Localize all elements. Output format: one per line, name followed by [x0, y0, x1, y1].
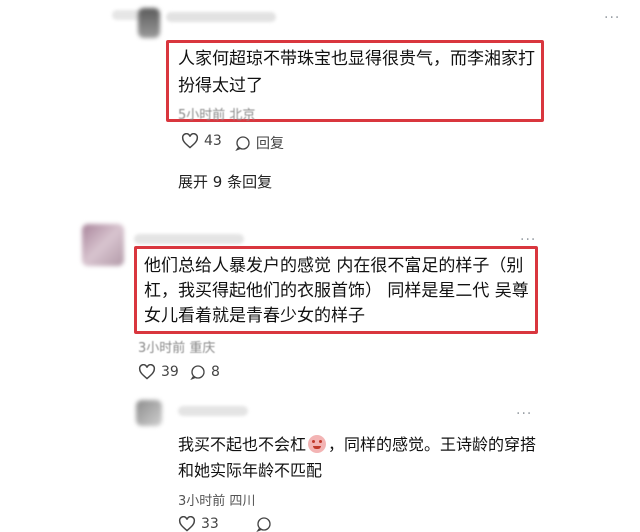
- comment-meta: 5小时前 北京: [178, 108, 256, 123]
- comment-meta: 3小时前 四川: [178, 494, 256, 509]
- like-button[interactable]: 43: [181, 133, 222, 149]
- like-count: 39: [161, 364, 179, 380]
- like-count: 43: [204, 133, 222, 149]
- avatar[interactable]: [136, 400, 162, 426]
- heart-icon: [178, 516, 196, 532]
- username-blurred: [178, 406, 248, 416]
- more-icon[interactable]: ···: [604, 10, 620, 26]
- like-button[interactable]: 33: [178, 516, 219, 532]
- reply-button[interactable]: [256, 516, 272, 532]
- username-blurred: [134, 234, 244, 244]
- like-count: 33: [201, 516, 219, 532]
- comment-bubble-icon: [190, 365, 205, 380]
- comment-meta: 3小时前 重庆: [138, 341, 216, 356]
- comment-text-part: 我买不起也不会杠: [178, 435, 307, 454]
- comment-text: 他们总给人暴发户的感觉 内在很不富足的样子（别杠，我买得起他们的衣服首饰） 同样…: [144, 256, 529, 326]
- username-blurred: [166, 12, 276, 22]
- reply-count: 8: [211, 364, 220, 380]
- comment-text: 我买不起也不会杠 ，同样的感觉。王诗龄的穿搭和她实际年龄不匹配: [178, 432, 538, 484]
- heart-icon: [181, 133, 199, 149]
- comment-text: 人家何超琼不带珠宝也显得很贵气，而李湘家打扮得太过了: [178, 49, 535, 96]
- emoji-icon: [308, 435, 327, 453]
- reply-label: 回复: [256, 136, 284, 152]
- comment-bubble-icon: [256, 517, 271, 532]
- expand-replies-link[interactable]: 展开 9 条回复: [178, 171, 272, 192]
- avatar[interactable]: [138, 8, 160, 38]
- avatar[interactable]: [82, 224, 124, 266]
- reply-button[interactable]: 8: [190, 364, 220, 380]
- heart-icon: [138, 364, 156, 380]
- more-icon[interactable]: ···: [516, 406, 532, 422]
- comment-bubble-icon: [235, 136, 250, 151]
- reply-button[interactable]: 回复: [235, 133, 284, 153]
- like-button[interactable]: 39: [138, 364, 179, 380]
